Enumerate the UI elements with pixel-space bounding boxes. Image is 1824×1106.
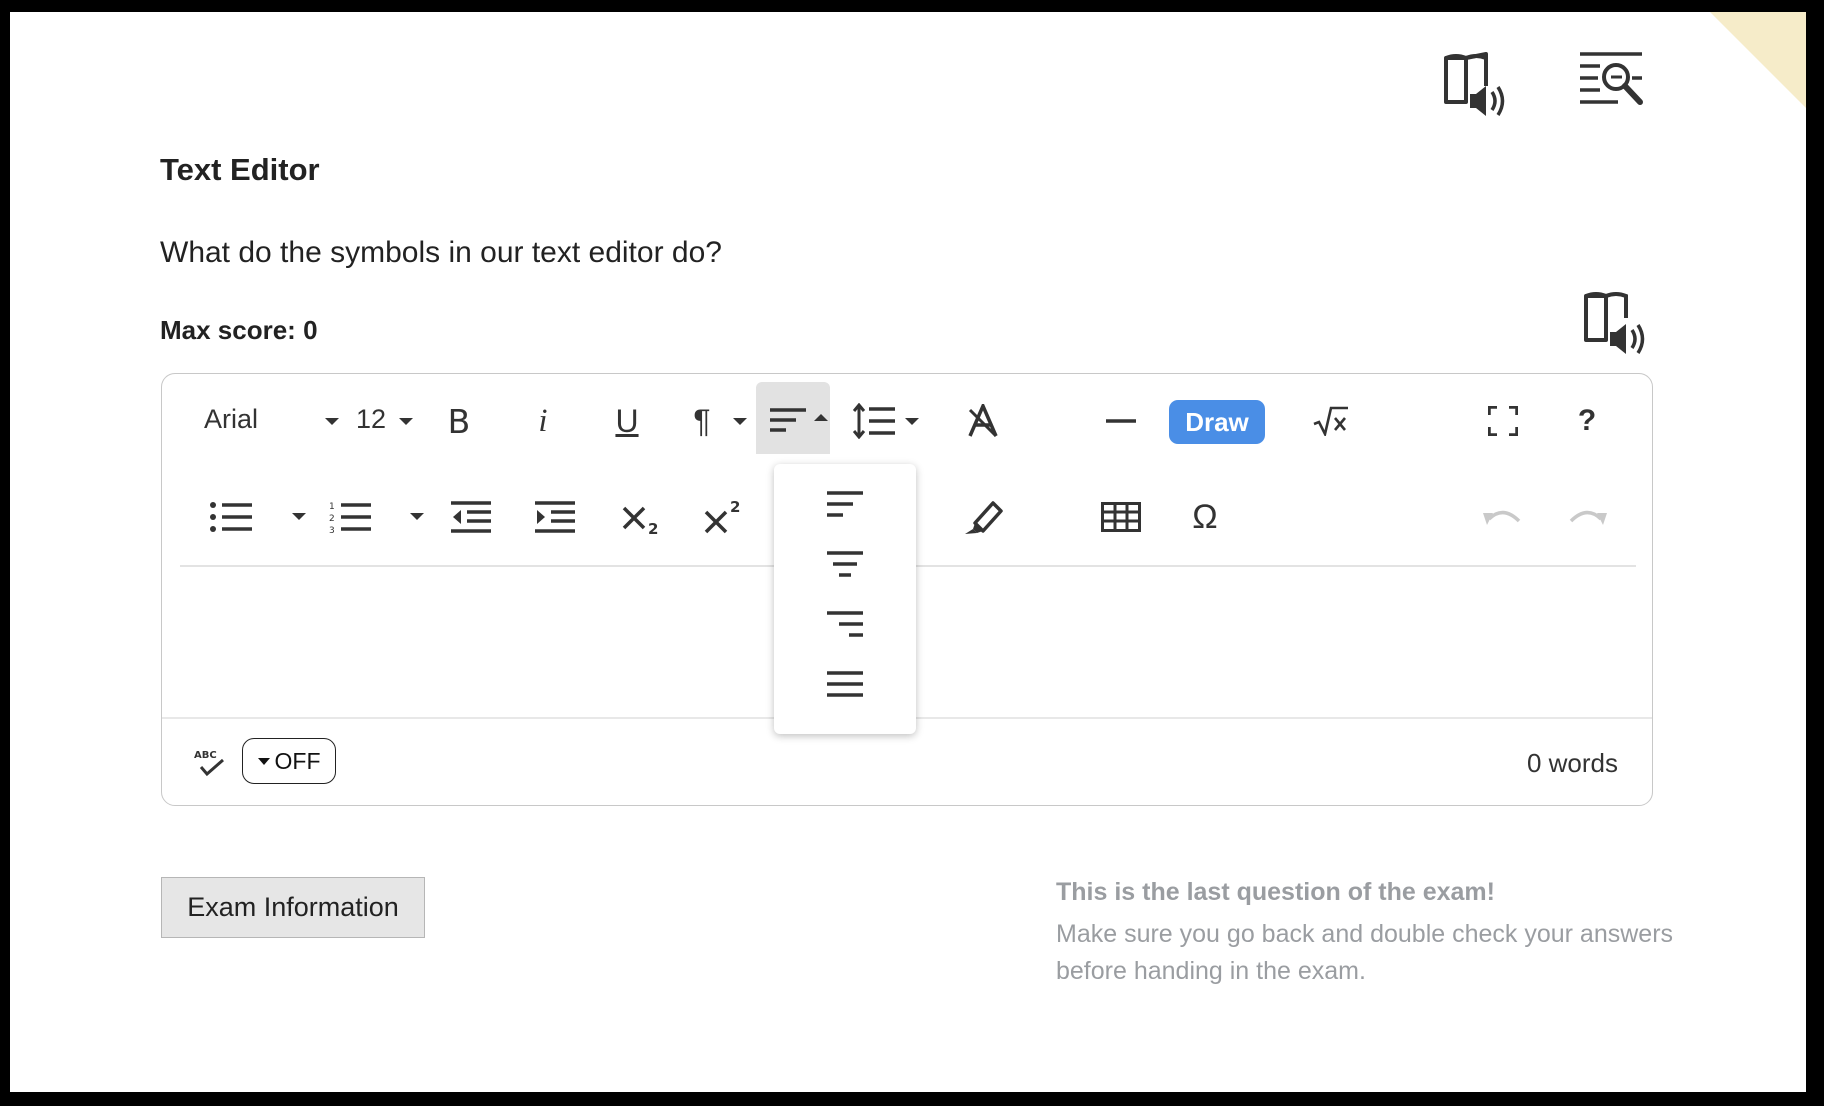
- superscript-icon[interactable]: 2: [696, 492, 752, 542]
- fullscreen-icon[interactable]: [1478, 396, 1528, 446]
- paragraph-icon[interactable]: ¶: [682, 396, 722, 446]
- horizontal-rule-icon[interactable]: [1096, 396, 1146, 446]
- svg-text:ABC: ABC: [194, 750, 217, 761]
- svg-text:1: 1: [329, 502, 335, 512]
- numbered-list-icon[interactable]: 1 2 3: [325, 492, 375, 542]
- max-score: Max score: 0: [160, 315, 318, 345]
- exam-page: Text Editor What do the symbols in our t…: [10, 12, 1806, 1092]
- align-caret-up-icon[interactable]: [814, 414, 828, 421]
- align-dropdown: [774, 464, 916, 734]
- align-left-icon[interactable]: [768, 398, 808, 444]
- spellcheck-toggle[interactable]: OFF: [242, 738, 336, 784]
- question-text: What do the symbols in our text editor d…: [160, 236, 722, 269]
- undo-icon[interactable]: [1478, 492, 1528, 542]
- draw-button[interactable]: Draw: [1169, 400, 1265, 444]
- clear-format-icon[interactable]: [958, 396, 1008, 446]
- numbered-list-caret-icon[interactable]: [410, 513, 424, 520]
- font-family-select[interactable]: Arial: [204, 404, 258, 435]
- align-center-icon: [827, 551, 863, 577]
- spellcheck-caret-icon: [257, 757, 270, 765]
- text-magnifier-icon[interactable]: [1578, 50, 1648, 120]
- word-count: 0 words: [1526, 748, 1618, 778]
- align-center-option[interactable]: [774, 534, 916, 594]
- align-left-option[interactable]: [774, 474, 916, 534]
- svg-text:2: 2: [648, 520, 658, 534]
- exam-information-button[interactable]: Exam Information: [161, 877, 425, 938]
- font-size-select[interactable]: 12: [356, 404, 386, 435]
- question-title: Text Editor: [160, 152, 320, 187]
- highlighter-icon[interactable]: [958, 492, 1008, 542]
- align-right-icon: [827, 611, 863, 637]
- paragraph-caret-icon[interactable]: [733, 418, 747, 425]
- last-question-title: This is the last question of the exam!: [1056, 878, 1495, 906]
- svg-text:3: 3: [329, 526, 335, 533]
- book-speaker-icon[interactable]: [1580, 288, 1650, 358]
- align-left-icon: [827, 491, 863, 517]
- table-icon[interactable]: [1096, 492, 1146, 542]
- outdent-icon[interactable]: [446, 492, 496, 542]
- italic-icon[interactable]: i: [518, 396, 568, 446]
- bold-icon[interactable]: B: [434, 396, 484, 446]
- bulleted-list-icon[interactable]: [206, 492, 256, 542]
- book-speaker-icon[interactable]: [1440, 50, 1510, 120]
- underline-icon[interactable]: U: [602, 396, 652, 446]
- redo-icon[interactable]: [1562, 492, 1612, 542]
- special-character-icon[interactable]: Ω: [1180, 492, 1230, 542]
- font-size-caret-icon[interactable]: [399, 418, 413, 425]
- line-height-caret-icon[interactable]: [905, 418, 919, 425]
- svg-text:2: 2: [329, 514, 335, 524]
- align-right-option[interactable]: [774, 594, 916, 654]
- indent-icon[interactable]: [530, 492, 580, 542]
- spellcheck-icon[interactable]: ABC: [192, 746, 228, 778]
- last-question-body: Make sure you go back and double check y…: [1056, 920, 1674, 985]
- align-justify-icon: [827, 671, 863, 697]
- align-justify-option[interactable]: [774, 654, 916, 714]
- math-icon[interactable]: [1306, 396, 1356, 446]
- font-family-caret-icon[interactable]: [325, 418, 339, 425]
- spellcheck-toggle-label: OFF: [274, 747, 321, 774]
- line-height-icon[interactable]: [850, 396, 900, 446]
- corner-fold: [1708, 12, 1806, 110]
- bulleted-list-caret-icon[interactable]: [292, 513, 306, 520]
- help-icon[interactable]: ?: [1562, 396, 1612, 446]
- subscript-icon[interactable]: 2: [614, 492, 670, 542]
- svg-text:2: 2: [730, 500, 740, 516]
